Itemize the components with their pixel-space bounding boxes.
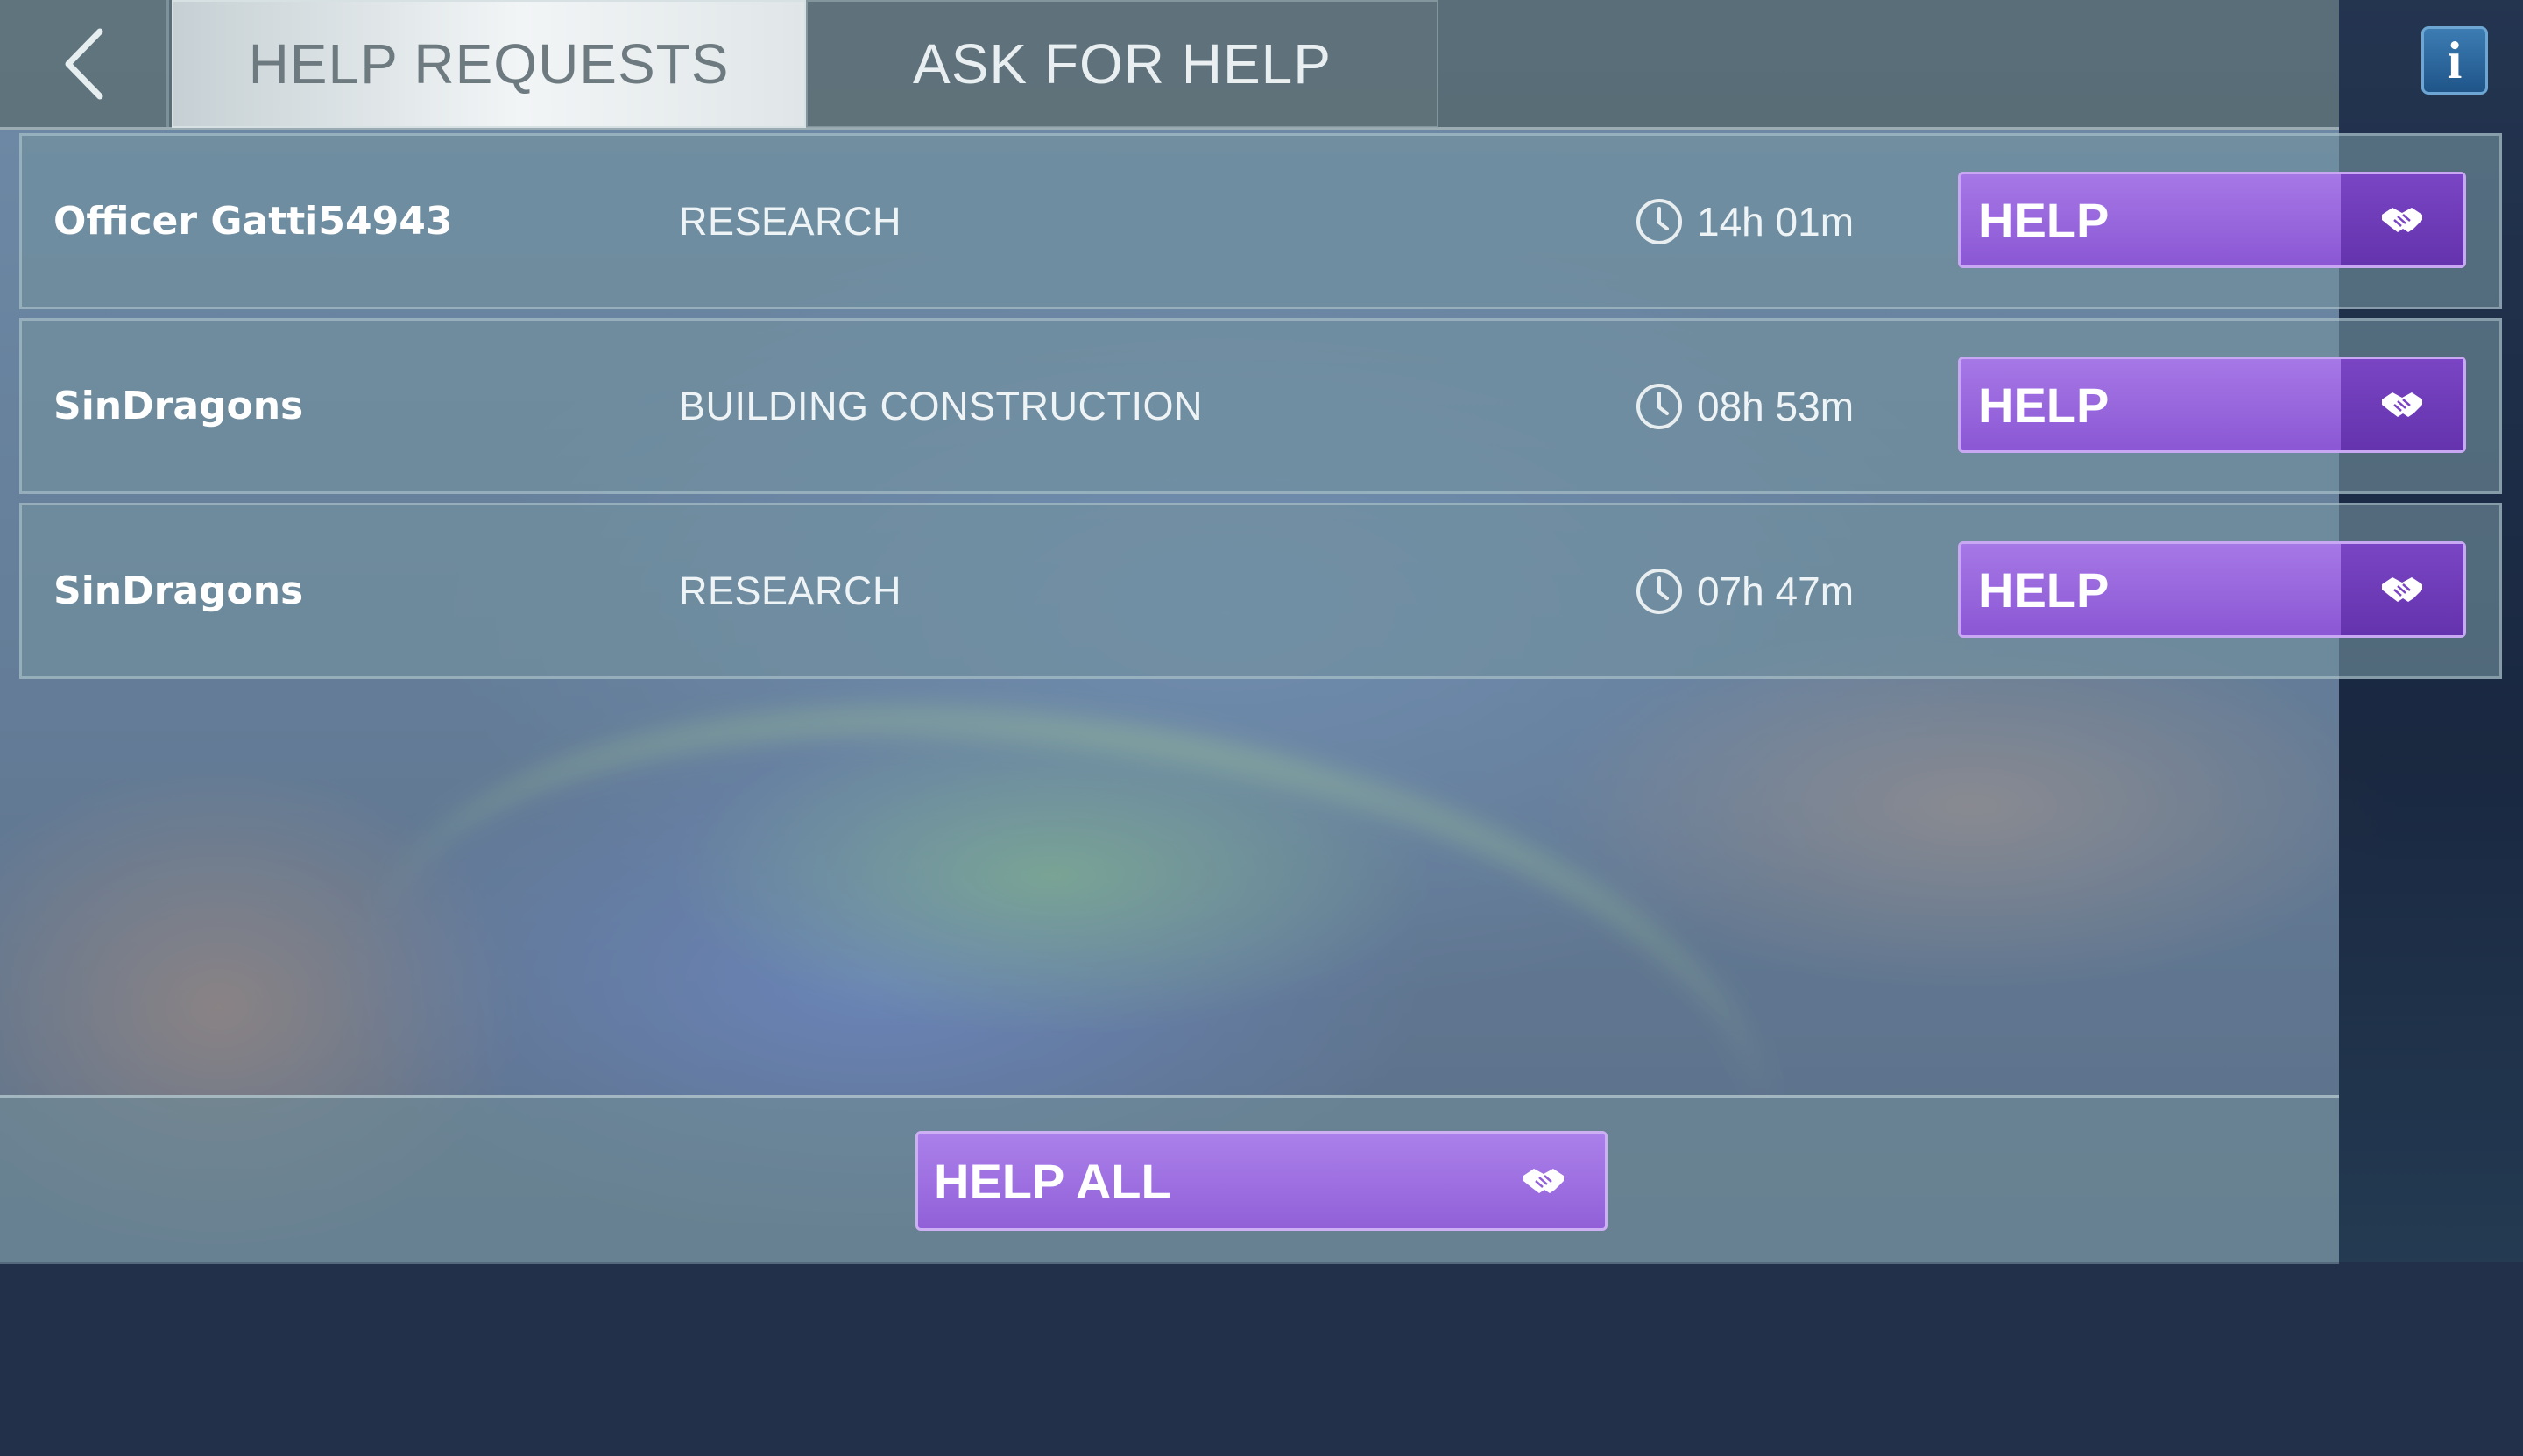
handshake-icon (2341, 544, 2463, 635)
player-name: SinDragons (53, 384, 304, 428)
clock-icon (1636, 383, 1682, 429)
handshake-icon (1509, 1134, 1579, 1228)
time-remaining-value: 07h 47m (1697, 568, 1855, 614)
help-button[interactable]: HELP (1958, 172, 2466, 268)
tab-ask-for-help-label: ASK FOR HELP (913, 32, 1332, 95)
request-row: SinDragons BUILDING CONSTRUCTION 08h 53m… (19, 318, 2502, 494)
time-remaining: 07h 47m (1634, 505, 1854, 676)
tab-ask-for-help[interactable]: ASK FOR HELP (806, 0, 1438, 128)
help-button-label: HELP (1978, 192, 2110, 248)
task-type: BUILDING CONSTRUCTION (679, 383, 1204, 428)
back-button[interactable] (0, 0, 169, 127)
task-type: RESEARCH (679, 198, 902, 244)
help-all-button[interactable]: HELP ALL (915, 1131, 1608, 1231)
tab-help-requests-label: HELP REQUESTS (248, 32, 730, 95)
clock-icon (1636, 568, 1682, 614)
help-button-label: HELP (1978, 377, 2110, 433)
help-all-label: HELP ALL (934, 1153, 1171, 1209)
info-button[interactable]: i (2421, 26, 2488, 95)
time-remaining: 14h 01m (1634, 136, 1854, 307)
handshake-icon (2341, 359, 2463, 450)
help-button[interactable]: HELP (1958, 541, 2466, 638)
top-bar: HELP REQUESTS ASK FOR HELP (0, 0, 2339, 130)
clock-icon (1636, 198, 1682, 244)
handshake-icon (2341, 174, 2463, 265)
time-remaining-value: 08h 53m (1697, 383, 1855, 429)
help-button-label: HELP (1978, 562, 2110, 618)
time-remaining-value: 14h 01m (1697, 198, 1855, 244)
request-row: SinDragons RESEARCH 07h 47m HELP (19, 503, 2502, 679)
request-row: Officer Gatti54943 RESEARCH 14h 01m HELP (19, 133, 2502, 309)
info-icon: i (2447, 31, 2463, 89)
task-type: RESEARCH (679, 568, 902, 613)
player-name: SinDragons (53, 569, 304, 613)
tab-help-requests[interactable]: HELP REQUESTS (172, 0, 806, 128)
chevron-left-icon (65, 28, 103, 99)
help-button[interactable]: HELP (1958, 357, 2466, 453)
player-name: Officer Gatti54943 (53, 199, 453, 244)
time-remaining: 08h 53m (1634, 321, 1854, 491)
